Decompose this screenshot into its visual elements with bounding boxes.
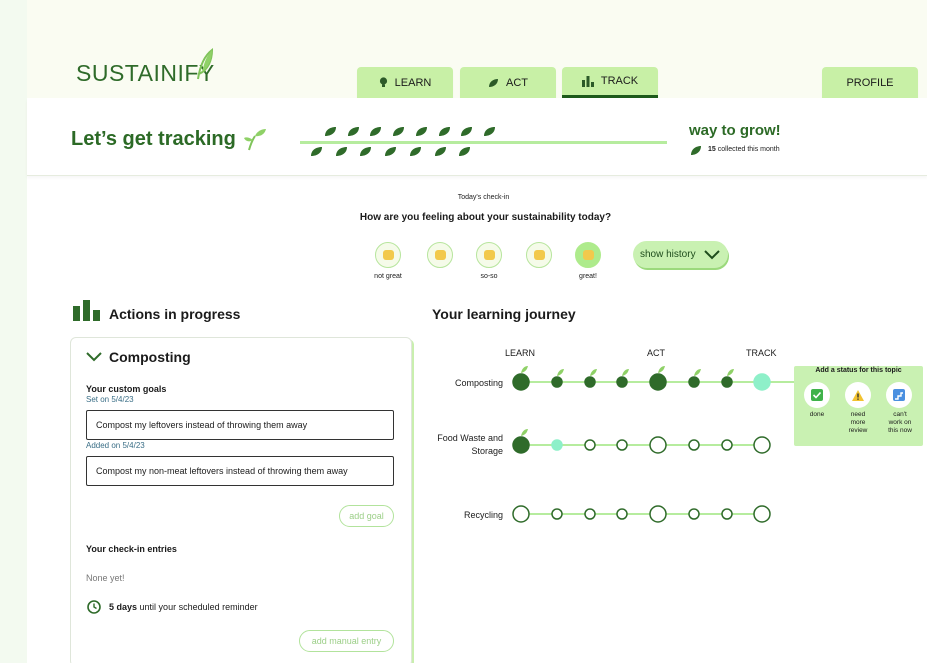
status-label-need-review: need more review bbox=[848, 411, 868, 434]
journey-node[interactable] bbox=[649, 373, 667, 391]
sprout-icon bbox=[622, 369, 629, 376]
status-label-done: done bbox=[809, 411, 825, 418]
journey-node[interactable] bbox=[584, 439, 596, 451]
journey-node[interactable] bbox=[616, 508, 628, 520]
sprout-icon bbox=[658, 366, 665, 373]
journey-node[interactable] bbox=[551, 508, 563, 520]
sprout-icon bbox=[521, 429, 528, 436]
status-cant-work-button[interactable] bbox=[886, 382, 912, 408]
journey-svg bbox=[512, 366, 800, 523]
sprout-icon bbox=[590, 369, 597, 376]
journey-node[interactable] bbox=[688, 508, 700, 520]
journey-node[interactable] bbox=[551, 376, 563, 388]
warning-icon bbox=[852, 389, 864, 401]
journey-node[interactable] bbox=[584, 376, 596, 388]
sprout-icon bbox=[557, 369, 564, 376]
journey-node[interactable] bbox=[649, 505, 667, 523]
check-icon bbox=[811, 389, 823, 401]
sprout-icon bbox=[727, 369, 734, 376]
journey-node[interactable] bbox=[721, 376, 733, 388]
journey-node[interactable] bbox=[721, 439, 733, 451]
sprout-icon bbox=[521, 366, 528, 373]
status-label-cant-work: can't work on this now bbox=[888, 411, 912, 434]
journey-node[interactable] bbox=[753, 505, 771, 523]
status-popup-title: Add a status for this topic bbox=[815, 367, 902, 374]
journey-node[interactable] bbox=[616, 439, 628, 451]
journey-node[interactable] bbox=[688, 439, 700, 451]
status-done-button[interactable] bbox=[804, 382, 830, 408]
journey-node[interactable] bbox=[512, 505, 530, 523]
journey-node[interactable] bbox=[616, 376, 628, 388]
sprout-icon bbox=[694, 369, 701, 376]
journey-node[interactable] bbox=[753, 436, 771, 454]
journey-node[interactable] bbox=[721, 508, 733, 520]
status-need-review-button[interactable] bbox=[845, 382, 871, 408]
stairs-icon bbox=[893, 389, 905, 401]
journey-node[interactable] bbox=[512, 436, 530, 454]
journey-node[interactable] bbox=[512, 373, 530, 391]
journey-node[interactable] bbox=[649, 436, 667, 454]
journey-node[interactable] bbox=[551, 439, 563, 451]
journey-node[interactable] bbox=[753, 373, 771, 391]
journey-node[interactable] bbox=[688, 376, 700, 388]
journey-node[interactable] bbox=[584, 508, 596, 520]
